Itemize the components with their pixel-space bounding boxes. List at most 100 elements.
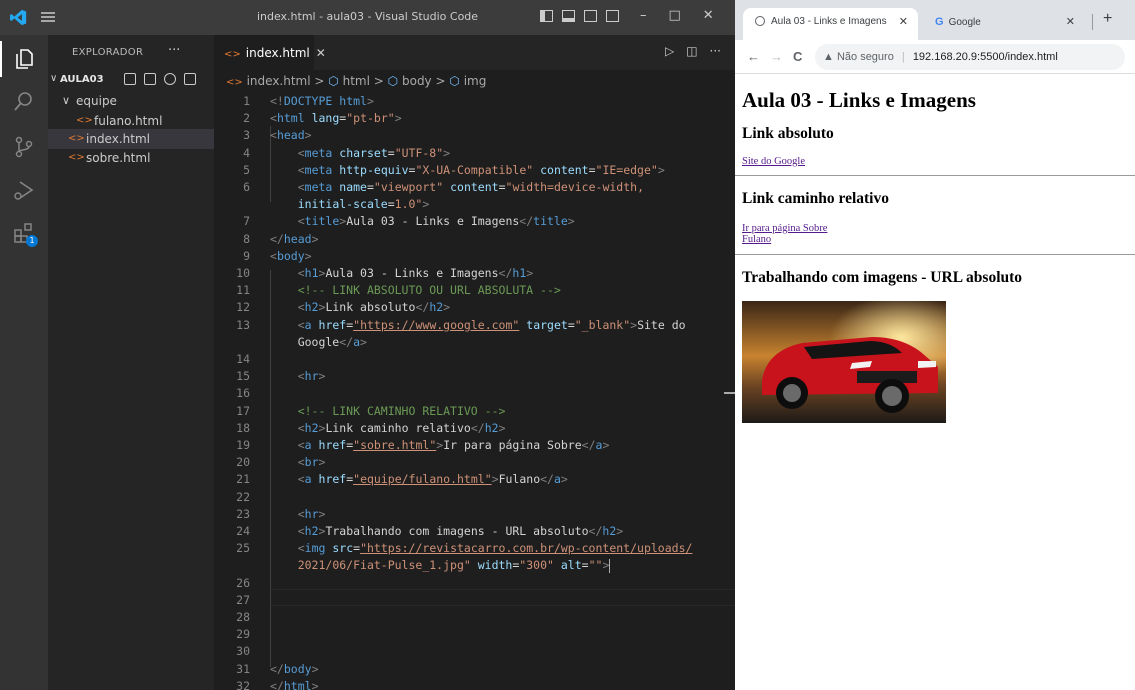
address-separator: | [901,51,905,63]
breadcrumb-item[interactable]: body [402,74,432,88]
close-icon[interactable]: ✕ [899,8,908,36]
tree-folder-equipe[interactable]: ∨ equipe [48,91,214,111]
search-icon[interactable] [12,89,36,113]
tree-file-fulano[interactable]: <> fulano.html [48,111,214,131]
line-number: 13 [236,317,250,332]
url-text[interactable]: 192.168.20.9:5500/index.html [913,51,1058,63]
browser-tab-google[interactable]: G Google ✕ [925,8,1085,40]
new-tab-button[interactable]: + [1103,10,1112,28]
code-line[interactable]: initial-scale=1.0"> [270,197,430,211]
code-line[interactable]: <a href="sobre.html">Ir para página Sobr… [270,438,610,452]
line-number: 10 [236,266,250,280]
tree-item-label: fulano.html [94,114,163,128]
title-bar: index.html - aula03 - Visual Studio Code… [0,0,735,35]
tree-file-index[interactable]: <> index.html [48,129,214,149]
code-line[interactable]: <h2>Link caminho relativo</h2> [270,421,506,435]
code-line[interactable]: <h2>Trabalhando com imagens - URL absolu… [270,524,624,538]
tree-item-label: equipe [76,94,117,108]
code-line[interactable]: <!DOCTYPE html> [270,94,374,108]
code-editor[interactable]: 1 <!DOCTYPE html> 2 <html lang="pt-br"> 3 <he… [214,92,735,690]
code-line[interactable]: <a href="https://www.google.com" target=… [270,318,686,332]
code-line[interactable]: <hr> [270,507,326,521]
refresh-icon[interactable] [164,73,176,85]
html-file-icon: <> [76,115,93,126]
more-actions-icon[interactable]: ··· [710,44,721,58]
link-fulano[interactable]: Fulano [742,234,771,245]
code-line[interactable]: <meta name="viewport" content="width=dev… [270,180,644,194]
source-control-icon[interactable] [12,135,36,159]
run-debug-icon[interactable] [12,178,36,202]
line-number: 23 [236,506,250,521]
code-line[interactable]: <!-- LINK ABSOLUTO OU URL ABSOLUTA --> [270,283,561,297]
close-icon[interactable]: ✕ [1066,8,1075,36]
explorer-sidebar: EXPLORADOR ··· ∨ AULA03 ∨ equipe <> fula… [48,35,214,690]
toggle-primary-sidebar-icon[interactable] [540,10,553,22]
browser-tab-aula03[interactable]: Aula 03 - Links e Imagens ✕ [743,8,918,40]
editor-area: <> index.html ✕ ▷ ◫ ··· <> index.html > ⬡ … [214,35,735,690]
line-number: 31 [236,661,250,676]
code-line[interactable]: 2021/06/Fiat-Pulse_1.jpg" width="300" al… [270,558,611,573]
new-folder-icon[interactable] [144,73,156,85]
code-line[interactable]: </head> [270,232,319,246]
address-bar-row: ← → C ▲ Não seguro | 192.168.20.9:5500/i… [735,40,1135,74]
warning-icon[interactable]: ▲ [823,51,834,63]
tree-item-label: sobre.html [86,151,151,165]
minimize-button[interactable]: – [640,8,647,23]
code-line[interactable]: <meta http-equiv="X-UA-Compatible" conte… [270,163,665,177]
line-number: 21 [236,472,250,487]
tab-index-html[interactable]: <> index.html ✕ [214,35,326,70]
code-line[interactable]: <a href="equipe/fulano.html">Fulano</a> [270,472,568,486]
line-number: 5 [243,162,250,177]
split-editor-icon[interactable]: ◫ [686,44,697,58]
link-sobre[interactable]: Ir para página Sobre [742,223,827,234]
globe-icon [755,16,765,27]
browser-tab-strip: Aula 03 - Links e Imagens ✕ G Google ✕ + [735,0,1135,40]
project-folder[interactable]: ∨ AULA03 [48,71,214,91]
code-line[interactable]: <h1>Aula 03 - Links e Imagens</h1> [270,266,533,280]
window-title: index.html - aula03 - Visual Studio Code [256,10,479,23]
line-number: 22 [236,489,250,504]
collapse-all-icon[interactable] [184,73,196,85]
line-number: 14 [236,352,250,366]
code-line[interactable]: <html lang="pt-br"> [270,111,402,125]
toggle-panel-icon[interactable] [562,10,575,22]
code-line[interactable]: <hr> [270,369,326,383]
back-icon[interactable]: ← [747,49,760,64]
page-content: Aula 03 - Links e Imagens Link absoluto … [735,74,1135,690]
code-line[interactable]: </html> [270,679,319,690]
explorer-more-icon[interactable]: ··· [168,43,180,58]
breadcrumb-item[interactable]: index.html [247,74,311,88]
code-line[interactable]: Google</a> [270,335,367,349]
line-number: 17 [236,403,250,418]
code-line[interactable]: <h2>Link absoluto</h2> [270,300,450,314]
close-icon[interactable]: ✕ [316,46,326,60]
scrollbar-marker[interactable] [724,392,735,394]
toggle-secondary-sidebar-icon[interactable] [584,10,597,22]
code-line[interactable]: <br> [270,455,326,469]
tree-file-sobre[interactable]: <> sobre.html [48,148,214,168]
breadcrumb-separator: > [435,74,446,88]
customize-layout-icon[interactable] [606,10,619,22]
line-number: 30 [236,644,250,659]
address-bar[interactable]: ▲ Não seguro | 192.168.20.9:5500/index.h… [815,44,1125,70]
code-line[interactable]: <head> [270,128,312,142]
breadcrumb-item[interactable]: html [343,74,370,88]
code-line[interactable]: <!-- LINK CAMINHO RELATIVO --> [270,404,506,418]
run-icon[interactable]: ▷ [665,44,674,58]
reload-icon[interactable]: C [793,49,802,64]
maximize-button[interactable]: □ [669,8,681,23]
line-number: 7 [243,214,250,229]
link-site-do-google[interactable]: Site do Google [742,156,805,167]
explorer-files-icon[interactable] [12,47,36,71]
code-line[interactable]: <meta charset="UTF-8"> [270,146,450,160]
code-line[interactable]: </body> [270,662,319,676]
forward-icon[interactable]: → [770,49,783,64]
close-button[interactable]: ✕ [703,8,714,23]
new-file-icon[interactable] [124,73,136,85]
security-label[interactable]: Não seguro [837,51,894,63]
code-line[interactable]: <img src="https://revistacarro.com.br/wp… [270,541,693,555]
divider [735,175,1135,176]
breadcrumb-item[interactable]: img [464,74,487,88]
code-line[interactable]: <title>Aula 03 - Links e Imagens</title> [270,214,575,228]
code-line[interactable]: <body> [270,249,312,263]
